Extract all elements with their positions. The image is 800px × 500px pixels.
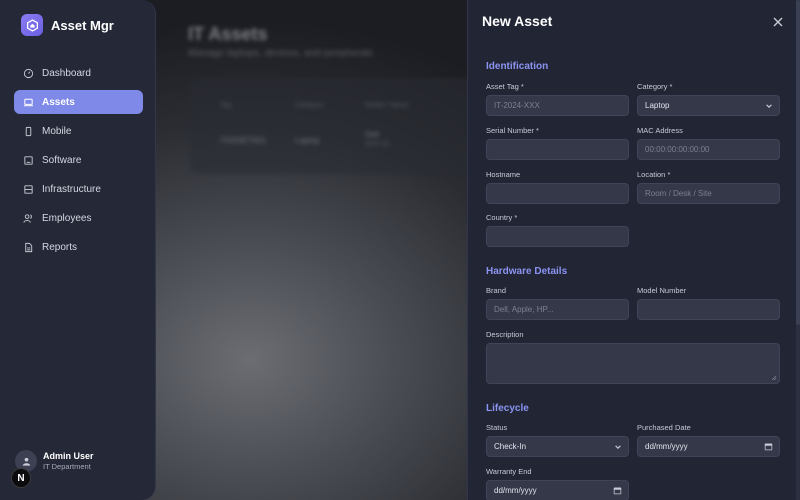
sidebar-item-label: Reports: [42, 241, 78, 253]
sidebar-item-employees[interactable]: Employees: [14, 206, 143, 230]
mac-label: MAC Address: [637, 126, 683, 135]
reports-icon: [23, 242, 34, 253]
warranty-date-input[interactable]: dd/mm/yyyy: [486, 480, 629, 500]
sidebar: Asset Mgr Dashboard Assets Mobile Softwa…: [0, 0, 156, 500]
background-td-category: Laptop: [295, 136, 320, 145]
background-td-model-sub: XPS 15: [365, 141, 389, 148]
calendar-icon: [764, 443, 773, 451]
user-name: Admin User: [43, 451, 94, 461]
background-td-model: Dell: [365, 130, 379, 139]
description-textarea[interactable]: [486, 343, 780, 384]
sidebar-item-mobile[interactable]: Mobile: [14, 119, 143, 143]
mac-input[interactable]: 00:00:00:00:00:00: [637, 139, 780, 160]
sidebar-item-infrastructure[interactable]: Infrastructure: [14, 177, 143, 201]
brand-input[interactable]: Dell, Apple, HP...: [486, 299, 629, 320]
sidebar-item-label: Infrastructure: [42, 183, 101, 195]
software-icon: [23, 155, 34, 166]
logo-icon: [21, 14, 43, 36]
brand-label: Brand: [486, 286, 507, 295]
brand[interactable]: Asset Mgr: [21, 14, 114, 36]
panel-scroll-thumb[interactable]: [796, 0, 800, 325]
calendar-icon: [613, 487, 622, 495]
user-profile[interactable]: Admin User IT Department: [15, 450, 94, 472]
warranty-date-placeholder: dd/mm/yyyy: [494, 486, 537, 495]
sidebar-item-reports[interactable]: Reports: [14, 235, 143, 259]
dashboard-icon: [23, 68, 34, 79]
category-label: Category *: [637, 82, 673, 91]
country-input[interactable]: [486, 226, 629, 247]
sidebar-item-label: Dashboard: [42, 67, 91, 79]
section-lifecycle: Lifecycle: [486, 403, 529, 414]
sidebar-item-dashboard[interactable]: Dashboard: [14, 61, 143, 85]
close-button[interactable]: [772, 15, 784, 27]
background-th-tag: Tag: [220, 102, 232, 109]
new-asset-panel: New Asset Identification Asset Tag * IT-…: [467, 0, 800, 500]
hostname-label: Hostname: [486, 170, 521, 179]
sidebar-item-label: Employees: [42, 212, 92, 224]
purchased-date-input[interactable]: dd/mm/yyyy: [637, 436, 780, 457]
employees-icon: [23, 213, 34, 224]
serial-input[interactable]: [486, 139, 629, 160]
chevron-down-icon: [766, 104, 772, 108]
category-select[interactable]: Laptop: [637, 95, 780, 116]
background-page-subtitle: Manage laptops, devices, and peripherals: [188, 48, 374, 59]
panel-title: New Asset: [482, 13, 553, 29]
model-number-input[interactable]: [637, 299, 780, 320]
asset-tag-label: Asset Tag *: [486, 82, 524, 91]
app-name: Asset Mgr: [51, 17, 114, 33]
sidebar-item-label: Mobile: [42, 125, 72, 137]
status-select[interactable]: Check-In: [486, 436, 629, 457]
user-department: IT Department: [43, 462, 91, 471]
sidebar-item-label: Software: [42, 154, 82, 166]
asset-tag-input[interactable]: IT-2024-XXX: [486, 95, 629, 116]
serial-label: Serial Number *: [486, 126, 539, 135]
purchased-date-placeholder: dd/mm/yyyy: [645, 442, 688, 451]
background-th-category: Category: [295, 102, 324, 109]
warranty-label: Warranty End: [486, 467, 532, 476]
n-badge[interactable]: N: [11, 468, 31, 488]
close-icon: [773, 17, 783, 27]
server-icon: [23, 184, 34, 195]
section-hardware: Hardware Details: [486, 266, 568, 277]
sidebar-item-assets[interactable]: Assets: [14, 90, 143, 114]
resize-grip-icon: [771, 375, 777, 381]
country-label: Country *: [486, 213, 518, 222]
model-number-label: Model Number: [637, 286, 687, 295]
sidebar-item-label: Assets: [42, 96, 75, 108]
chevron-down-icon: [615, 445, 621, 449]
background-th-model: Model / Name: [365, 102, 409, 109]
sidebar-item-software[interactable]: Software: [14, 148, 143, 172]
hostname-input[interactable]: [486, 183, 629, 204]
status-label: Status: [486, 423, 508, 432]
background-page-title: IT Assets: [188, 24, 268, 44]
section-identification: Identification: [486, 61, 549, 72]
laptop-icon: [23, 97, 34, 108]
location-label: Location *: [637, 170, 671, 179]
sidebar-nav: Dashboard Assets Mobile Software Infrast…: [14, 61, 143, 264]
mobile-icon: [23, 126, 34, 137]
background-td-tag: ITASSET001: [220, 136, 267, 145]
panel-scrollbar[interactable]: [796, 0, 800, 500]
status-value: Check-In: [494, 442, 527, 451]
category-value: Laptop: [645, 101, 670, 110]
purchased-label: Purchased Date: [637, 423, 691, 432]
description-label: Description: [486, 330, 524, 339]
location-input[interactable]: Room / Desk / Site: [637, 183, 780, 204]
